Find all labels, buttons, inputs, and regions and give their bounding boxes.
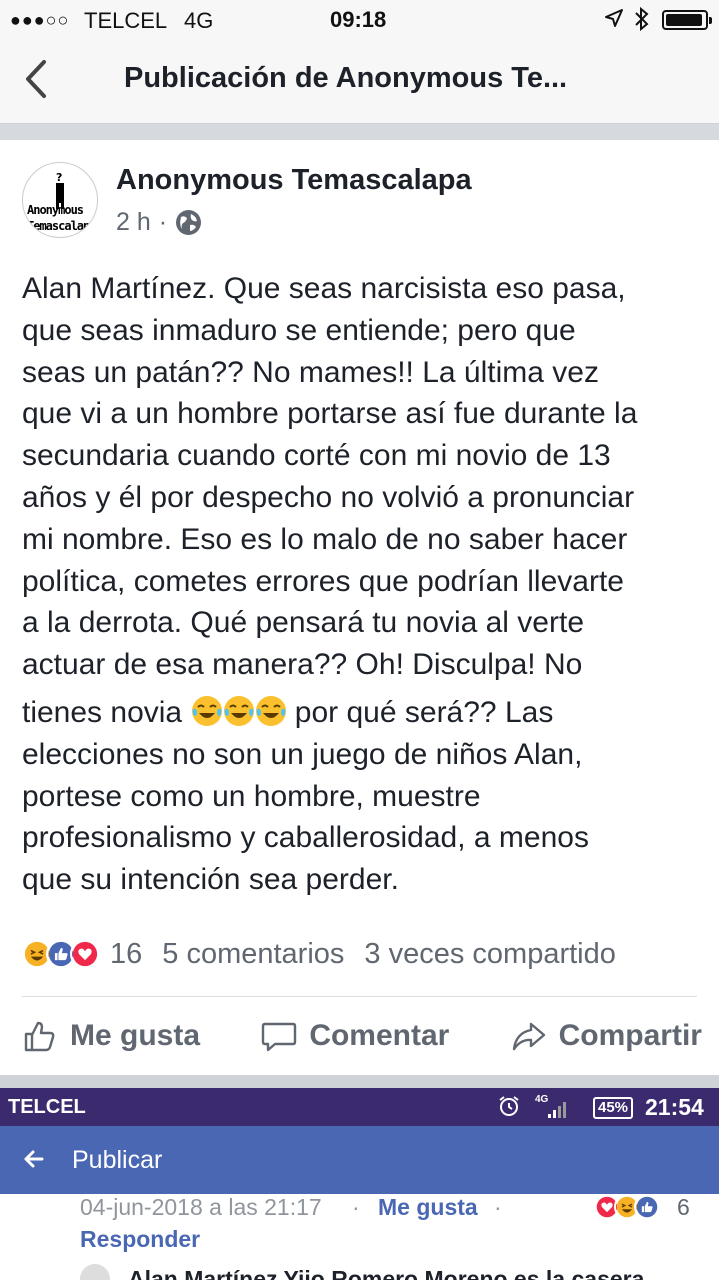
- battery-icon: [662, 10, 712, 30]
- comment-reaction-count[interactable]: 6: [677, 1194, 690, 1221]
- bluetooth-icon: [634, 6, 650, 38]
- comment-label: Comentar: [309, 1019, 450, 1052]
- reaction-count[interactable]: 16: [110, 938, 142, 971]
- signal-strength: ●●●○○: [10, 10, 70, 30]
- embedded-time: 21:54: [645, 1094, 704, 1120]
- status-time: 09:18: [330, 7, 387, 32]
- post-text-line: que vi a un hombre portarse así fue dura…: [22, 397, 638, 431]
- comment-reaction-icons[interactable]: [594, 1194, 660, 1220]
- tears-of-joy-emoji-icon: [224, 695, 255, 726]
- signal-bars-icon: [548, 1102, 566, 1118]
- comment-like-link[interactable]: Me gusta: [378, 1194, 478, 1221]
- avatar-text: Anonymous: [27, 203, 84, 217]
- post-text-line: secundaria cuando corté con mi novio de …: [22, 439, 611, 473]
- avatar-text: Temascalap: [27, 219, 90, 233]
- post-text-segment: por qué será?? Las: [294, 695, 554, 729]
- like-button[interactable]: Me gusta: [22, 1018, 200, 1054]
- post-text-line: mi nombre. Eso es lo malo de no saber ha…: [22, 522, 628, 556]
- share-button[interactable]: Compartir: [511, 1018, 702, 1054]
- section-divider: [0, 1075, 719, 1088]
- post-text-line: a la derrota. Qué pensará tu novia al ve…: [22, 606, 585, 640]
- reaction-icons[interactable]: [22, 939, 100, 969]
- post-text: Alan Martínez. Que seas narcisista eso p…: [22, 268, 712, 901]
- embedded-network-type: 4G: [535, 1094, 549, 1105]
- post-actions: Me gusta Comentar Compartir: [22, 1010, 702, 1062]
- tears-of-joy-emoji-icon: [256, 695, 287, 726]
- avatar[interactable]: ? Anonymous Temascalap: [22, 162, 98, 238]
- meta-separator: ·: [494, 1194, 502, 1220]
- post-text-line: actuar de esa manera?? Oh! Disculpa! No: [22, 648, 583, 682]
- network-type: 4G: [184, 8, 214, 33]
- share-arrow-icon: [512, 1022, 545, 1051]
- section-divider: [0, 124, 719, 140]
- back-arrow-icon[interactable]: [22, 1146, 44, 1172]
- page-title: Publicación de Anonymous Te...: [124, 62, 568, 94]
- comment-date: 04-jun-2018 a las 21:17: [80, 1194, 322, 1220]
- meta-separator: ·: [158, 208, 168, 236]
- embedded-comment: 04-jun-2018 a las 21:17 · Me gusta · 6 R…: [0, 1194, 719, 1280]
- post-text-line: Alan Martínez. Que seas narcisista eso p…: [22, 272, 626, 305]
- divider: [22, 996, 697, 997]
- like-reaction-icon: [634, 1194, 660, 1220]
- meta-separator: ·: [352, 1194, 360, 1220]
- globe-icon: [176, 210, 202, 235]
- comment-count[interactable]: 5 comentarios: [162, 938, 344, 971]
- svg-text:?: ?: [56, 171, 62, 184]
- post-text-line-emoji: tienes novia por qué será?? Las: [22, 692, 712, 734]
- embedded-title: Publicar: [72, 1146, 163, 1174]
- alarm-clock-icon: [499, 1096, 519, 1116]
- engagement-summary: 16 5 comentarios 3 veces compartido: [22, 930, 702, 978]
- chevron-left-icon: [26, 60, 46, 98]
- next-comment-text: Alan Martínez Yiio Romero Moreno es la c…: [128, 1266, 645, 1280]
- share-label: Compartir: [558, 1019, 702, 1052]
- avatar[interactable]: [80, 1264, 110, 1280]
- comment-bubble-icon: [262, 1022, 297, 1052]
- post-text-line: seas un patán?? No mames!! La última vez: [22, 355, 599, 389]
- post-text-line: profesionalismo y caballerosidad, a meno…: [22, 821, 589, 855]
- author-name[interactable]: Anonymous Temascalapa: [116, 164, 472, 197]
- post-text-line: años y él por despecho no volvió a pronu…: [22, 480, 635, 514]
- carrier-name: TELCEL: [84, 8, 168, 33]
- share-count[interactable]: 3 veces compartido: [364, 938, 615, 971]
- post-text-line: elecciones no son un juego de niños Alan…: [22, 737, 583, 771]
- post-meta: 2 h ·: [116, 208, 202, 237]
- status-bar: ●●●○○ TELCEL 4G 09:18: [0, 0, 719, 40]
- embedded-status-bar: TELCEL 4G 45% 21:54: [0, 1088, 719, 1126]
- post-text-line: que su intención sea perder.: [22, 863, 399, 897]
- thumbs-up-icon: [24, 1021, 55, 1052]
- embedded-battery: 45%: [593, 1097, 634, 1119]
- embedded-app-bar: Publicar: [0, 1126, 719, 1194]
- love-reaction-icon: [70, 939, 100, 969]
- post-text-line: que seas inmaduro se entiende; pero que: [22, 313, 576, 347]
- back-button[interactable]: [22, 58, 50, 100]
- post-text-line: portese como un hombre, muestre: [22, 779, 481, 813]
- comment-button[interactable]: Comentar: [261, 1018, 449, 1054]
- reply-link[interactable]: Responder: [80, 1226, 200, 1253]
- location-icon: [604, 8, 624, 34]
- nav-bar: Publicación de Anonymous Te...: [0, 40, 719, 124]
- post-text-line: política, cometes errores que podrían ll…: [22, 564, 624, 598]
- embedded-carrier: TELCEL: [8, 1096, 86, 1118]
- post-text-segment: tienes novia: [22, 695, 183, 729]
- post-card: ? Anonymous Temascalap Anonymous Temasca…: [0, 140, 719, 1075]
- tears-of-joy-emoji-icon: [192, 695, 223, 726]
- post-time[interactable]: 2 h: [116, 208, 151, 237]
- like-label: Me gusta: [70, 1019, 201, 1052]
